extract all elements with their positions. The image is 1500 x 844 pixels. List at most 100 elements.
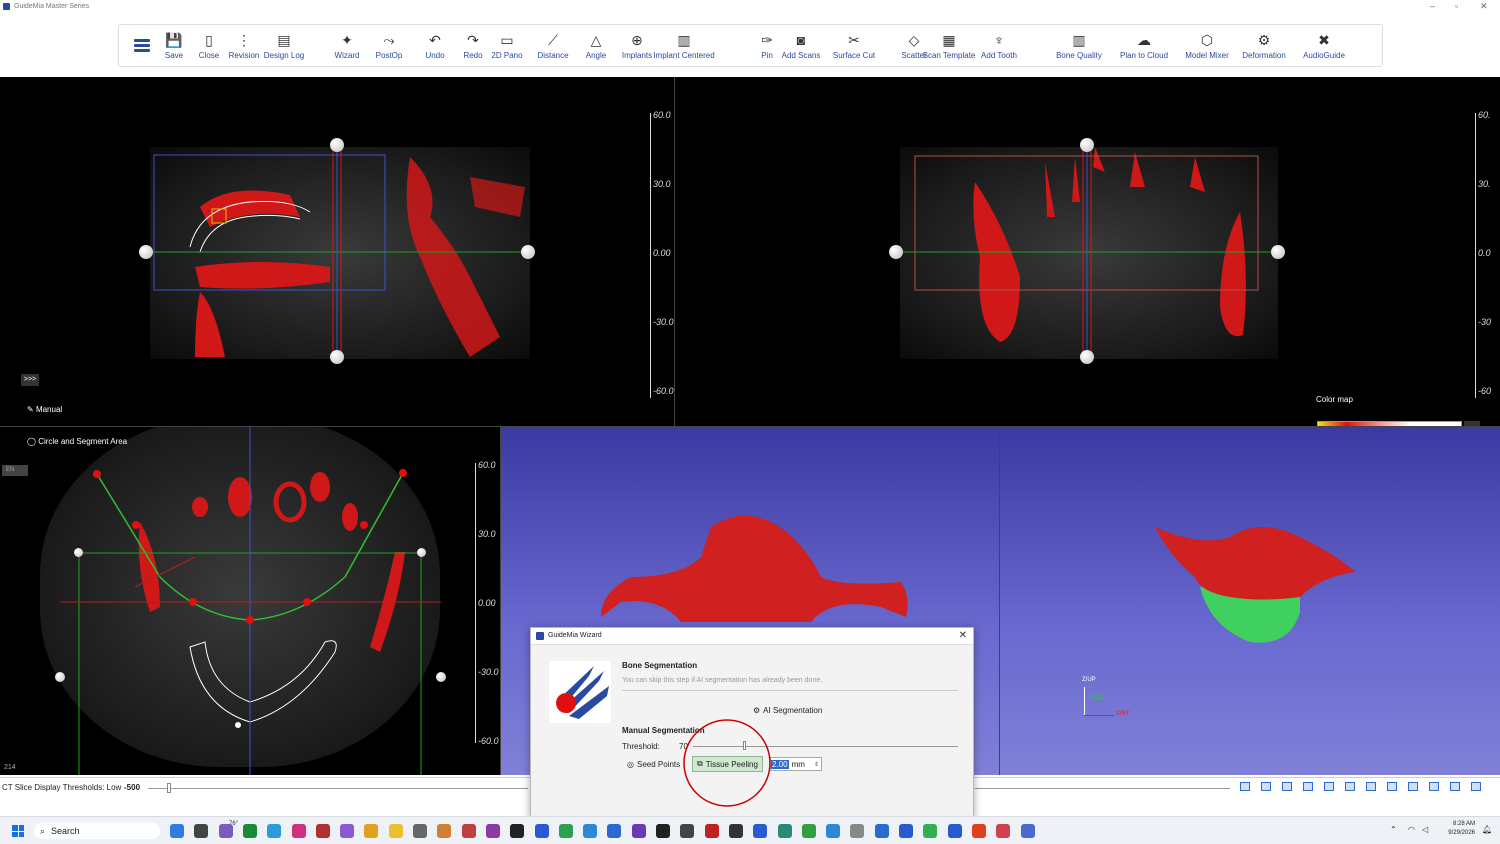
drag-handle[interactable] [436,672,446,682]
toolbar-design-log-button[interactable]: ▤ Design Log [264,25,304,68]
drag-handle[interactable] [1080,350,1094,364]
taskbar-app-icon[interactable] [340,824,355,838]
taskbar-app-icon[interactable] [437,824,452,838]
taskbar-app-icon[interactable] [680,824,695,838]
toolbar-bone-quality-button[interactable]: ▥ Bone Quality [1056,25,1102,68]
taskbar-app-icon[interactable] [923,824,938,838]
drag-handle[interactable] [521,245,535,259]
taskbar-app-icon[interactable] [510,824,525,838]
drag-handle[interactable] [417,548,426,557]
language-badge[interactable]: EN [2,465,28,476]
view-preset-icon[interactable] [1324,782,1334,791]
taskbar-app-icon[interactable] [996,824,1011,838]
taskbar-app-icon[interactable] [242,824,257,838]
toolbar-implants-button[interactable]: ⊕ Implants [622,25,652,68]
drag-handle[interactable] [1080,138,1094,152]
taskbar-app-icon[interactable] [461,824,476,838]
menu-icon[interactable] [134,39,150,53]
view-preset-icon[interactable] [1471,782,1481,791]
view-preset-icon[interactable] [1261,782,1271,791]
toolbar-2d-pano-button[interactable]: ▭ 2D Pano [491,25,522,68]
ct-threshold-slider-high[interactable] [975,788,1230,789]
taskbar-app-icon[interactable] [801,824,816,838]
taskbar-app-icon[interactable] [656,824,670,838]
taskbar-search[interactable]: ⌕ Search [34,823,160,839]
taskbar-app-icon[interactable] [267,824,282,838]
taskbar-app-icon[interactable] [364,824,379,838]
toolbar-undo-button[interactable]: ↶ Undo [425,25,444,68]
toolbar-add-scans-button[interactable]: ◙ Add Scans [782,25,821,68]
view-preset-icon[interactable] [1429,782,1439,791]
toolbar-save-button[interactable]: 💾 Save [165,25,183,68]
toolbar-model-mixer-button[interactable]: ⬡ Model Mixer [1185,25,1229,68]
toolbar-redo-button[interactable]: ↷ Redo [463,25,482,68]
taskbar-app-icon[interactable] [388,824,403,838]
coronal-view[interactable]: 60. 30. 0.0 -30 -60 Color map ▾ [675,77,1500,426]
toolbar-implant-centered-button[interactable]: ▥ Implant Centered [653,25,714,68]
start-icon[interactable] [12,825,24,837]
ct-threshold-slider[interactable] [148,788,528,789]
toolbar-close-button[interactable]: ▯ Close [199,25,219,68]
taskbar-app-icon[interactable] [218,824,233,838]
taskbar-app-icon[interactable] [874,824,889,838]
toolbar-revision-button[interactable]: ⋮ Revision [229,25,260,68]
maximize-icon[interactable]: ▫ [1455,1,1458,11]
window-close-icon[interactable]: ✕ [1480,1,1488,12]
toolbar-plan-to-cloud-button[interactable]: ☁ Plan to Cloud [1120,25,1168,68]
toolbar-distance-button[interactable]: ⟋ Distance [537,25,568,68]
taskbar-app-icon[interactable] [558,824,573,838]
toolbar-wizard-button[interactable]: ✦ Wizard [335,25,360,68]
volume-icon[interactable]: ◁ [1422,825,1428,834]
seed-points-button[interactable]: ◎ Seed Points [627,756,680,772]
taskbar-app-icon[interactable] [315,824,330,838]
color-map-bar[interactable] [1317,421,1462,426]
clock-date[interactable]: 9/29/2026 [1443,830,1475,836]
spinner-icon[interactable]: ⇕ [814,761,821,768]
view-preset-icon[interactable] [1282,782,1292,791]
drag-handle[interactable] [74,548,83,557]
drag-handle[interactable] [330,138,344,152]
taskbar-app-icon[interactable] [850,824,865,838]
taskbar-app-icon[interactable] [753,824,768,838]
taskbar-app-icon[interactable] [534,824,549,838]
taskbar-app-icon[interactable] [194,824,209,838]
circle-segment-tool[interactable]: ◯ Circle and Segment Area [27,437,127,446]
taskbar-app-icon[interactable] [704,824,719,838]
view-preset-icon[interactable] [1366,782,1376,791]
taskbar-app-icon[interactable] [947,824,962,838]
toolbar-deformation-button[interactable]: ⚙ Deformation [1242,25,1286,68]
toolbar-postop-button[interactable]: ⤳ PostOp [376,25,403,68]
ct-threshold-slider-thumb[interactable] [167,783,171,793]
taskbar-app-icon[interactable] [777,824,792,838]
toolbar-scan-template-button[interactable]: ▦ Scan Template [923,25,976,68]
view-preset-icon[interactable] [1303,782,1313,791]
dialog-close-icon[interactable]: ✕ [959,630,967,641]
taskbar-app-icon[interactable] [583,824,598,838]
color-map-dropdown-icon[interactable]: ▾ [1464,421,1480,426]
drag-handle[interactable] [139,245,153,259]
toolbar-add-tooth-button[interactable]: ♆ Add Tooth [981,25,1017,68]
drag-handle[interactable] [889,245,903,259]
view-preset-icon[interactable] [1345,782,1355,791]
drag-handle[interactable] [1271,245,1285,259]
drag-handle[interactable] [55,672,65,682]
thickness-input[interactable]: 2.00 mm ⇕ [770,757,822,771]
taskbar-app-icon[interactable] [607,824,622,838]
toolbar-audioguide-button[interactable]: ✖ AudioGuide [1303,25,1345,68]
clock-time[interactable]: 8:28 AM [1443,821,1475,827]
toolbar-angle-button[interactable]: △ Angle [586,25,606,68]
taskbar-app-icon[interactable] [413,824,427,838]
view-preset-icon[interactable] [1408,782,1418,791]
taskbar-app-icon[interactable] [291,824,306,838]
notification-icon[interactable]: 🔔︎ [1482,825,1492,834]
wifi-icon[interactable]: ◠ [1408,825,1415,834]
minimize-icon[interactable]: – [1430,1,1435,11]
view-preset-icon[interactable] [1387,782,1397,791]
taskbar-app-icon[interactable] [631,824,646,838]
taskbar-app-icon[interactable] [826,824,841,838]
3d-view-angled[interactable]: Z/UP Y/LO X/RT [1000,427,1500,775]
axial-view[interactable]: 60.0 30.0 0.00 -30.0 -60.0 ◯ Circle and … [0,427,500,775]
toolbar-surface-cut-button[interactable]: ✂ Surface Cut [833,25,875,68]
taskbar-app-icon[interactable] [728,824,743,838]
drag-handle[interactable] [330,350,344,364]
